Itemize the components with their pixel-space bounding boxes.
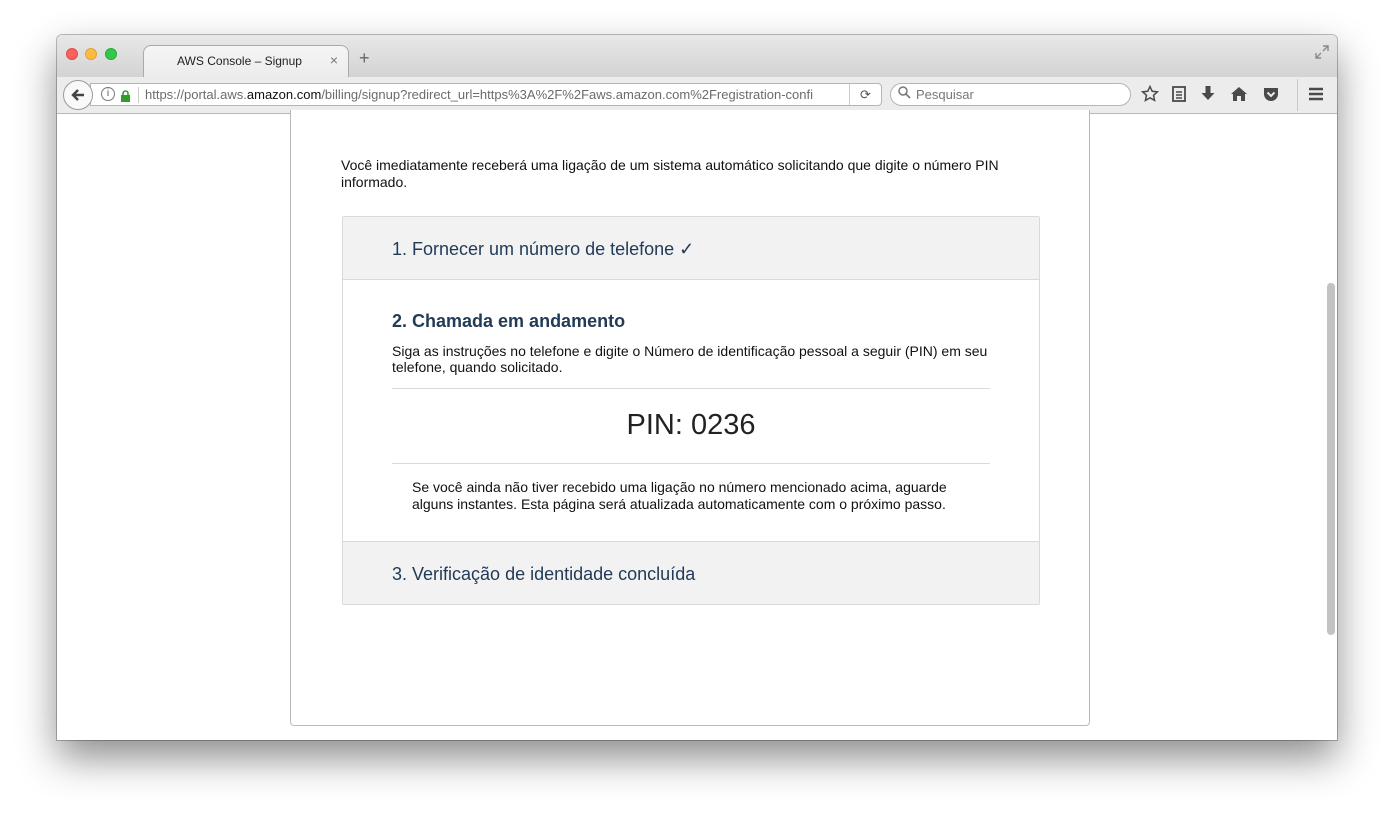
back-button[interactable] [63, 80, 93, 110]
lock-icon [120, 89, 131, 102]
intro-text: Você imediatamente receberá uma ligação … [341, 157, 999, 190]
step-3-header: 3. Verificação de identidade concluída [343, 541, 1039, 604]
divider-top [392, 388, 990, 389]
fullscreen-icon[interactable] [1315, 45, 1329, 62]
divider-bottom [392, 463, 990, 464]
page-content: Você imediatamente receberá uma ligação … [57, 110, 1337, 740]
step-1-header: 1. Fornecer um número de telefone ✓ [343, 217, 1039, 280]
tab-close-icon[interactable]: × [330, 52, 338, 68]
new-tab-button[interactable]: + [359, 48, 370, 69]
waiting-note: Se você ainda não tiver recebido uma lig… [412, 479, 947, 512]
search-input[interactable] [916, 86, 1116, 103]
minimize-window-button[interactable] [85, 48, 97, 60]
navigation-toolbar: i https://portal.aws.amazon.com/billing/… [57, 77, 1337, 114]
tab-title: AWS Console – Signup [177, 54, 302, 68]
step-2-title: 2. Chamada em andamento [392, 311, 626, 331]
step-3-title: 3. Verificação de identidade concluída [392, 564, 696, 584]
toolbar-divider [1297, 79, 1298, 111]
step-2-description: Siga as instruções no telefone e digite … [392, 343, 988, 375]
url-separator [138, 87, 139, 103]
info-icon[interactable]: i [101, 87, 115, 101]
reload-icon[interactable]: ⟳ [849, 84, 881, 105]
browser-tab[interactable]: AWS Console – Signup × [143, 45, 349, 77]
pin-code: PIN: 0236 [626, 409, 756, 441]
url-bar[interactable]: i https://portal.aws.amazon.com/billing/… [90, 83, 882, 106]
home-icon[interactable] [1230, 85, 1248, 107]
reading-list-icon[interactable] [1171, 85, 1187, 107]
signup-card: Você imediatamente receberá uma ligação … [290, 110, 1090, 726]
pocket-icon[interactable] [1262, 85, 1280, 107]
search-icon [898, 86, 911, 102]
zoom-window-button[interactable] [105, 48, 117, 60]
page-scrollbar[interactable] [1327, 283, 1335, 635]
browser-window: AWS Console – Signup × + i https://porta… [57, 35, 1337, 740]
search-bar[interactable] [890, 83, 1131, 106]
download-icon[interactable] [1200, 85, 1216, 107]
verification-steps: 1. Fornecer um número de telefone ✓ 2. C… [342, 216, 1040, 605]
bookmark-star-icon[interactable] [1140, 84, 1160, 107]
url-text[interactable]: https://portal.aws.amazon.com/billing/si… [145, 87, 813, 102]
title-bar: AWS Console – Signup × + [57, 35, 1337, 77]
close-window-button[interactable] [66, 48, 78, 60]
menu-icon[interactable] [1307, 85, 1325, 107]
step-1-title: 1. Fornecer um número de telefone ✓ [392, 239, 695, 259]
